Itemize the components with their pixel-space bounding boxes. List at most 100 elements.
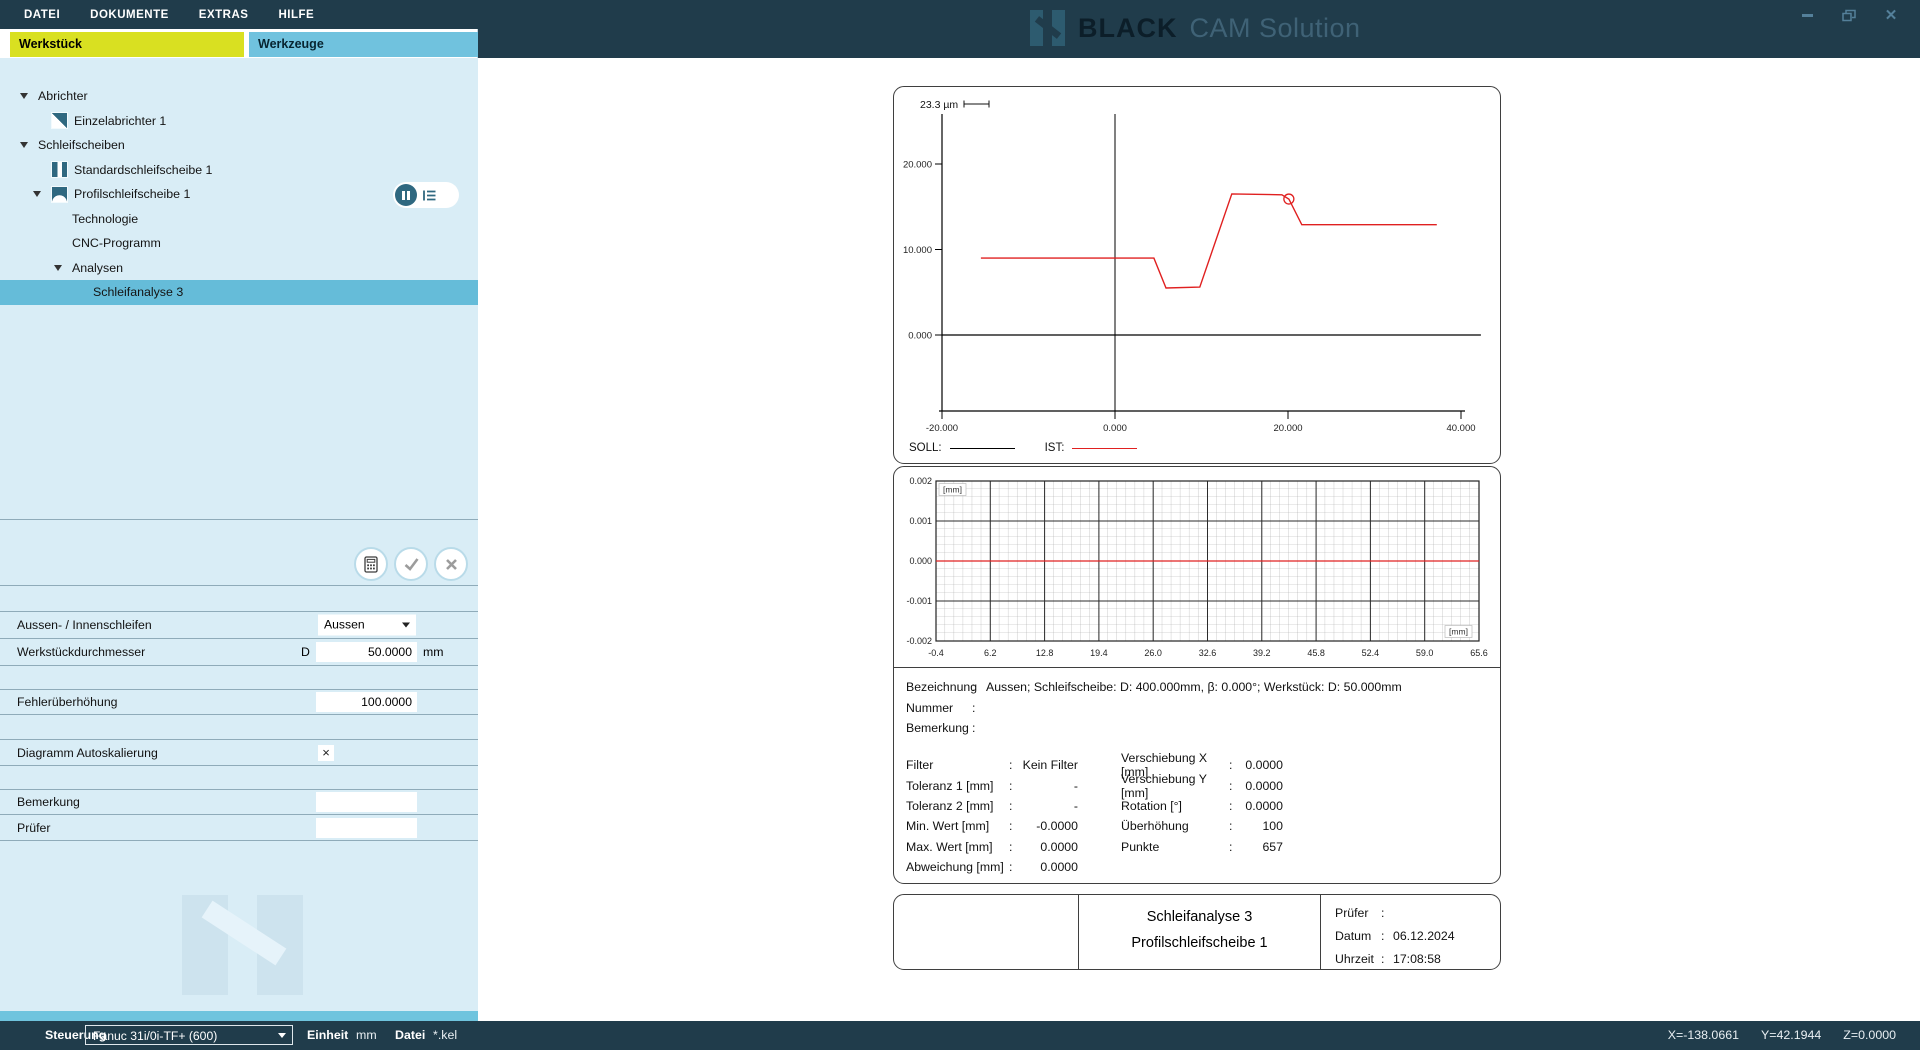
expander-icon[interactable] [20, 93, 28, 99]
panel-bottom-strip [0, 1011, 478, 1021]
tab-werkstueck[interactable]: Werkstück [10, 32, 244, 57]
tree-item-einzelabrichter-1[interactable]: Einzelabrichter 1 [0, 109, 478, 134]
profile-wheel-icon [51, 186, 68, 203]
legend-ist-line [1072, 448, 1137, 449]
form-spacer [0, 586, 478, 612]
tree-item-technologie[interactable]: Technologie [0, 207, 478, 232]
confirm-button[interactable] [394, 547, 428, 581]
svg-text:-0.4: -0.4 [928, 648, 944, 658]
tree-item-abrichter[interactable]: Abrichter [0, 84, 478, 109]
expander-icon[interactable] [33, 191, 41, 197]
workpiece-diameter-label: Werkstückdurchmesser [17, 645, 145, 659]
svg-text:59.0: 59.0 [1416, 648, 1434, 658]
tree-item-label: Analysen [72, 261, 123, 275]
footer-analysis-title: Schleifanalyse 3 [1079, 904, 1320, 930]
stat-value: Kein Filter [1017, 758, 1078, 772]
chevron-down-icon [402, 623, 410, 628]
stat-row: Rotation [°]:0.0000 [1121, 796, 1283, 816]
tree-item-schleifanalyse-3[interactable]: Schleifanalyse 3 [0, 280, 478, 305]
svg-text:45.8: 45.8 [1307, 648, 1325, 658]
brand-name-light: CAM Solution [1190, 13, 1361, 44]
steuerung-select[interactable]: Fanuc 31i/0i-TF+ (600) [85, 1025, 293, 1045]
svg-text:52.4: 52.4 [1362, 648, 1380, 658]
svg-text:0.000: 0.000 [1103, 423, 1127, 434]
tree-item-standardschleifscheibe-1[interactable]: Standardschleifscheibe 1 [0, 158, 478, 183]
menu-dokumente[interactable]: DOKUMENTE [90, 9, 169, 21]
steuerung-value: Fanuc 31i/0i-TF+ (600) [93, 1029, 217, 1043]
legend-ist-label: IST: [1045, 442, 1065, 454]
stats-right-column: Verschiebung X [mm]:0.0000Verschiebung Y… [1121, 755, 1283, 857]
tree-item-cnc-programm[interactable]: CNC-Programm [0, 231, 478, 256]
legend-soll-label: SOLL: [909, 442, 942, 454]
restore-icon[interactable] [1840, 6, 1858, 24]
row-workpiece-diameter: Werkstückdurchmesser D mm [0, 639, 478, 666]
row-grinding-type: Aussen- / Innenschleifen Aussen [0, 612, 478, 639]
tree-item-schleifscheiben[interactable]: Schleifscheiben [0, 133, 478, 158]
svg-text:19.4: 19.4 [1090, 648, 1108, 658]
stat-value: - [1017, 779, 1078, 793]
svg-text:39.2: 39.2 [1253, 648, 1271, 658]
tab-werkzeuge[interactable]: Werkzeuge [249, 32, 478, 57]
form-spacer [0, 715, 478, 740]
svg-text:26.0: 26.0 [1144, 648, 1162, 658]
row-remark: Bemerkung [0, 790, 478, 815]
stat-label: Punkte [1121, 840, 1229, 854]
deviation-chart: -0.46.212.819.426.032.639.245.852.459.06… [894, 467, 1499, 667]
list-icon[interactable] [422, 189, 437, 202]
menu-hilfe[interactable]: HILFE [278, 9, 314, 21]
check-icon [403, 556, 420, 572]
datei-value: *.kel [433, 1028, 457, 1042]
workpiece-diameter-input[interactable] [316, 642, 417, 662]
close-icon[interactable]: ✕ [1882, 6, 1900, 24]
datum-label: Datum [1335, 925, 1381, 948]
profile-chart-panel: 23.3 µm20.00010.0000.000-20.0000.00020.0… [893, 86, 1501, 464]
expander-icon[interactable] [20, 142, 28, 148]
row-error-scale: Fehlerüberhöhung [0, 690, 478, 715]
minimize-icon[interactable] [1798, 6, 1816, 24]
stat-label: Filter [906, 758, 1009, 772]
stat-value: - [1017, 799, 1078, 813]
svg-text:0.001: 0.001 [909, 516, 932, 526]
chart-legend: SOLL: IST: [909, 442, 1137, 454]
cross-icon [444, 557, 459, 572]
inspector-input[interactable] [316, 818, 417, 838]
standard-wheel-icon [51, 161, 68, 178]
svg-text:20.000: 20.000 [1273, 423, 1302, 434]
autoscale-checkbox[interactable]: × [318, 745, 334, 761]
grinding-type-value: Aussen [324, 618, 365, 632]
stat-value: 100 [1237, 819, 1283, 833]
stat-row: Überhöhung:100 [1121, 816, 1283, 836]
svg-text:65.6: 65.6 [1470, 648, 1488, 658]
stat-row: Punkte:657 [1121, 837, 1283, 857]
row-autoscale: Diagramm Autoskalierung × [0, 740, 478, 766]
expander-icon[interactable] [54, 265, 62, 271]
remark-input[interactable] [316, 792, 417, 812]
watermark-logo [182, 895, 303, 995]
stat-value: 0.0000 [1237, 779, 1283, 793]
menu-datei[interactable]: DATEI [24, 9, 60, 21]
menu-extras[interactable]: EXTRAS [199, 9, 249, 21]
calculate-button[interactable] [354, 547, 388, 581]
brand-name-bold: BLACK [1078, 13, 1178, 44]
stat-value: 0.0000 [1017, 840, 1078, 854]
remark-label: Bemerkung [17, 795, 80, 809]
tree-item-analysen[interactable]: Analysen [0, 256, 478, 281]
grinding-type-select[interactable]: Aussen [318, 615, 416, 636]
brand-h-icon [1030, 10, 1066, 46]
profile-chart: 23.3 µm20.00010.0000.000-20.0000.00020.0… [894, 87, 1499, 462]
deviation-report-panel: -0.46.212.819.426.032.639.245.852.459.06… [893, 466, 1501, 884]
pause-icon[interactable] [395, 184, 417, 206]
error-scale-input[interactable] [316, 692, 417, 712]
stat-row: Verschiebung Y [mm]:0.0000 [1121, 775, 1283, 795]
bemerkung-label: Bemerkung [906, 718, 972, 739]
stat-label: Toleranz 2 [mm] [906, 799, 1009, 813]
stat-value: 657 [1237, 840, 1283, 854]
report-footer-panel: Schleifanalyse 3 Profilschleifscheibe 1 … [893, 894, 1501, 970]
inspector-label: Prüfer [17, 821, 51, 835]
cancel-button[interactable] [434, 547, 468, 581]
uhrzeit-value: 17:08:58 [1393, 948, 1441, 971]
tree-item-profilschleifscheibe-1[interactable]: Profilschleifscheibe 1 [0, 182, 478, 207]
chevron-down-icon [278, 1033, 286, 1038]
svg-text:32.6: 32.6 [1199, 648, 1217, 658]
stat-label: Toleranz 1 [mm] [906, 779, 1009, 793]
